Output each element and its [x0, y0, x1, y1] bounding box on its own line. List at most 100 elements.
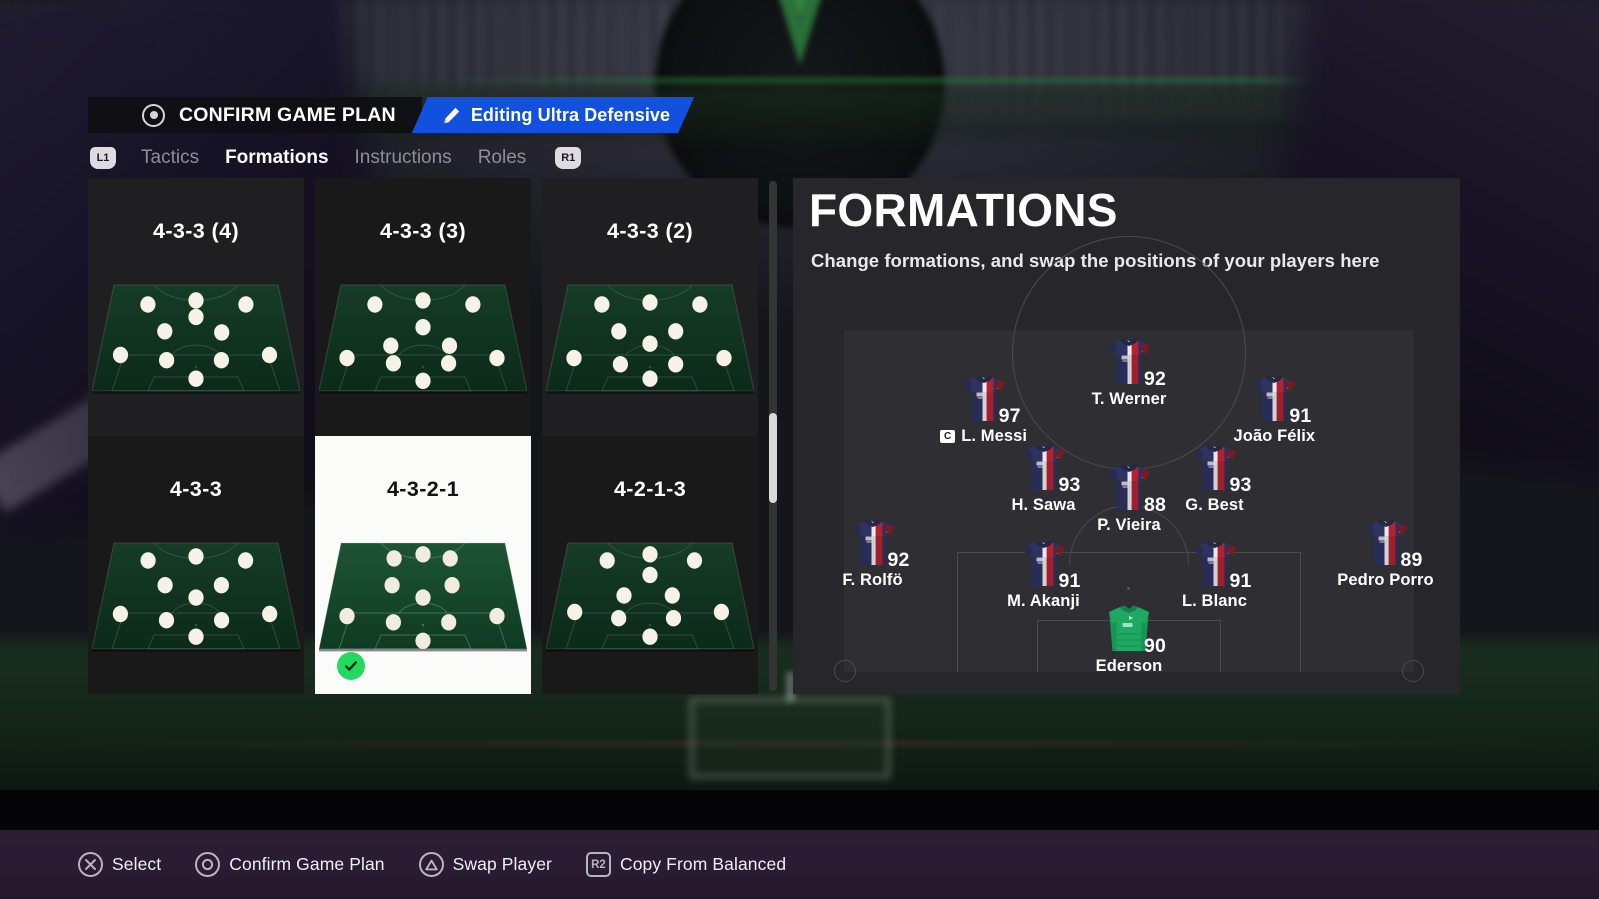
player-rating: 92 [887, 549, 910, 572]
player-kit: 89 [1316, 518, 1456, 571]
player-name: F. Rolfö [842, 571, 903, 590]
player-name: P. Vieira [1097, 516, 1161, 535]
tab-tactics[interactable]: Tactics [128, 147, 212, 169]
formation-mini-pitch [319, 542, 527, 652]
formation-mini-pitch [546, 542, 754, 652]
formation-card-pitch [542, 283, 758, 395]
action-hint-label: Confirm Game Plan [229, 854, 385, 874]
page-title: FORMATIONS [809, 184, 1118, 236]
triangle-button-icon [418, 852, 444, 877]
action-hint[interactable]: Swap Player [418, 852, 552, 877]
player-name: T. Werner [1091, 389, 1167, 408]
circle-button-icon [142, 103, 165, 127]
player-rating: 97 [998, 405, 1021, 428]
formation-card-title: 4-3-2-1 [386, 477, 460, 501]
lineup-player[interactable]: 91 M. Akanji [974, 539, 1114, 611]
player-name-row: P. Vieira [1059, 516, 1199, 535]
player-kit: 97 [914, 374, 1054, 427]
tab-bar: L1 Tactics Formations Instructions Roles… [88, 141, 694, 175]
action-hint[interactable]: Select [78, 852, 161, 877]
player-name-row: F. Rolfö [803, 571, 943, 590]
editing-preset-banner[interactable]: Editing Ultra Defensive [412, 97, 694, 133]
player-name: Ederson [1095, 656, 1163, 675]
lineup-player[interactable]: 92 T. Werner [1059, 337, 1199, 409]
player-rating: 89 [1400, 549, 1423, 572]
formation-card-pitch [315, 541, 531, 653]
header: CONFIRM GAME PLAN Editing Ultra Defensiv… [88, 97, 694, 175]
formation-card[interactable]: 4-2-1-3 [542, 436, 758, 694]
lineup-player[interactable]: 97 C L. Messi [914, 374, 1054, 446]
formation-list-scrollbar[interactable] [769, 181, 777, 691]
lineup-player[interactable]: 91 João Félix [1204, 374, 1344, 446]
formation-card-title: 4-3-3 (3) [379, 219, 467, 243]
player-name: G. Best [1185, 495, 1244, 514]
player-kit: 92 [803, 518, 943, 571]
tab-instructions[interactable]: Instructions [342, 147, 465, 169]
player-name-row: T. Werner [1059, 390, 1199, 409]
confirm-game-plan-label: CONFIRM GAME PLAN [179, 103, 396, 126]
lineup-player[interactable]: 90 Ederson [1059, 604, 1199, 676]
formation-detail-panel: FORMATIONS Change formations, and swap t… [793, 178, 1460, 694]
lineup-player[interactable]: 91 L. Blanc [1145, 539, 1285, 611]
formation-card[interactable]: 4-3-3 (4) [88, 178, 304, 436]
player-rating: 93 [1229, 473, 1252, 496]
formation-card-title: 4-3-3 (4) [152, 219, 240, 243]
lineup-player[interactable]: 89 Pedro Porro [1316, 518, 1456, 590]
formation-card-pitch [315, 283, 531, 395]
formation-card-pitch [542, 541, 758, 653]
formation-card-grid: 4-3-3 (4) 4-3-3 (3) 4-3-3 (2) 4-3-3 4-3-… [88, 178, 758, 694]
captain-badge: C [940, 430, 956, 444]
check-icon [337, 652, 365, 680]
formation-mini-pitch [546, 284, 754, 394]
player-rating: 90 [1144, 634, 1167, 657]
formation-mini-pitch [319, 284, 527, 394]
formation-card-pitch [88, 283, 304, 395]
formation-card-title: 4-3-3 [169, 477, 223, 501]
player-name-row: G. Best [1145, 496, 1285, 515]
confirm-game-plan-button[interactable]: CONFIRM GAME PLAN [88, 97, 422, 133]
player-kit: 91 [1145, 539, 1285, 592]
action-hint-label: Swap Player [452, 854, 552, 874]
scrollbar-thumb[interactable] [769, 413, 777, 503]
formation-card[interactable]: 4-3-3 (2) [542, 178, 758, 436]
circle-button-icon [195, 852, 221, 877]
formation-card[interactable]: 4-3-3 (3) [315, 178, 531, 436]
lineup-player[interactable]: 93 G. Best [1145, 443, 1285, 515]
editing-preset-label: Editing Ultra Defensive [470, 104, 671, 125]
action-hint[interactable]: Confirm Game Plan [195, 852, 385, 877]
tab-formations[interactable]: Formations [212, 147, 341, 169]
player-rating: 91 [1229, 569, 1252, 592]
player-name: Pedro Porro [1337, 571, 1434, 590]
backdrop-shadow [0, 790, 1599, 830]
player-kit: 91 [974, 539, 1114, 592]
player-rating: 91 [1289, 405, 1312, 428]
pitch-penalty-spot [1127, 587, 1130, 590]
lineup-pitch: 92 T. Werner 97 C L. Messi 91 João Félix… [834, 236, 1434, 682]
player-kit: 93 [1145, 443, 1285, 496]
header-top-row: CONFIRM GAME PLAN Editing Ultra Defensiv… [88, 97, 694, 133]
player-name-row: Ederson [1059, 657, 1199, 676]
action-hint[interactable]: R2 Copy From Balanced [585, 852, 787, 877]
tab-roles[interactable]: Roles [465, 147, 540, 169]
formation-list-panel: 4-3-3 (4) 4-3-3 (3) 4-3-3 (2) 4-3-3 4-3-… [88, 178, 780, 694]
player-kit: 91 [1204, 374, 1344, 427]
player-rating: 91 [1058, 569, 1081, 592]
player-rating: 92 [1144, 367, 1167, 390]
formation-mini-pitch [92, 284, 300, 394]
formation-card[interactable]: 4-3-3 [88, 436, 304, 694]
action-bar: Select Confirm Game Plan Swap Player R2 C… [0, 830, 1599, 899]
formation-mini-pitch [92, 542, 300, 652]
lineup-player[interactable]: 92 F. Rolfö [803, 518, 943, 590]
player-kit: 90 [1059, 604, 1199, 657]
r1-bumper-icon[interactable]: R1 [555, 147, 582, 169]
l1-bumper-icon[interactable]: L1 [90, 147, 116, 169]
r2-shoulder-icon: R2 [585, 852, 611, 877]
formation-card-pitch [88, 541, 304, 653]
formation-card-title: 4-2-1-3 [613, 477, 687, 501]
formation-card-title: 4-3-3 (2) [606, 219, 694, 243]
formation-card[interactable]: 4-3-2-1 [315, 436, 531, 694]
cross-button-icon [78, 852, 103, 877]
pencil-icon [442, 106, 461, 125]
action-hint-label: Select [112, 854, 162, 874]
action-hint-label: Copy From Balanced [619, 854, 787, 874]
